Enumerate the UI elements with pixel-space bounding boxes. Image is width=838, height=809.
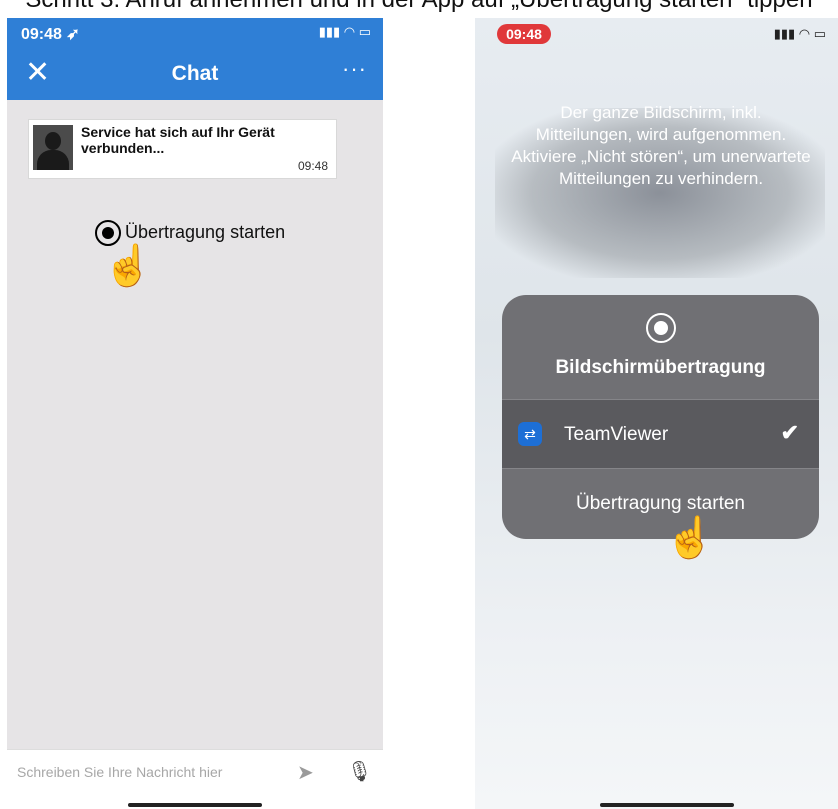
left-phone-screen: 09:48 ➶ ▮▮▮ ◠ ▭ ✕ Chat ··· Service hat s… [7,18,383,793]
hand-pointer-icon: ☝ [103,244,153,288]
record-icon [646,313,676,343]
recording-description: Der ganze Bildschirm, inkl. Mitteilungen… [511,103,811,188]
home-indicator [600,803,734,807]
hand-pointer-icon: ☝ [665,516,715,560]
sheet-title: Bildschirmübertragung [555,357,766,378]
app-option-teamviewer[interactable]: ⇄ TeamViewer ✔ [502,399,819,469]
nav-bar: ✕ Chat ··· [7,50,383,100]
right-phone-screen: 09:48 ▮▮▮ ◠ ▭ Der ganze Bildschirm, inkl… [475,18,838,809]
checkmark-icon: ✔ [780,420,799,445]
mic-icon[interactable]: 🎙 [347,759,372,784]
status-icons: ▮▮▮ ◠ ▭ [773,26,826,41]
recording-time-badge: 09:48 [497,24,551,44]
message-text: Service hat sich auf Ihr Gerät verbunden… [81,124,275,156]
caption: Schritt 3: Anruf annehmen und in der App… [0,0,838,14]
status-icons: ▮▮▮ ◠ ▭ [318,24,371,39]
page-title: Chat [171,62,219,85]
message-input-bar: Schreiben Sie Ihre Nachricht hier ➤ 🎙 [7,749,383,793]
send-icon[interactable]: ➤ [297,760,314,785]
record-icon [95,220,121,246]
message-time: 09:48 [297,159,328,173]
home-indicator [128,803,262,807]
teamviewer-logo-icon: ⇄ [518,422,542,446]
app-name: TeamViewer [564,424,669,445]
chat-message: Service hat sich auf Ihr Gerät verbunden… [28,119,337,179]
start-broadcast-button[interactable]: Übertragung starten [502,493,819,515]
message-input[interactable]: Schreiben Sie Ihre Nachricht hier [17,764,222,780]
status-time: 09:48 ➶ [21,26,80,43]
status-bar: 09:48 ➶ ▮▮▮ ◠ ▭ [7,18,383,50]
start-broadcast-label: Übertragung starten [125,222,286,242]
avatar [33,125,73,170]
broadcast-sheet: Bildschirmübertragung ⇄ TeamViewer ✔ Übe… [502,295,819,539]
more-icon[interactable]: ··· [342,56,367,82]
